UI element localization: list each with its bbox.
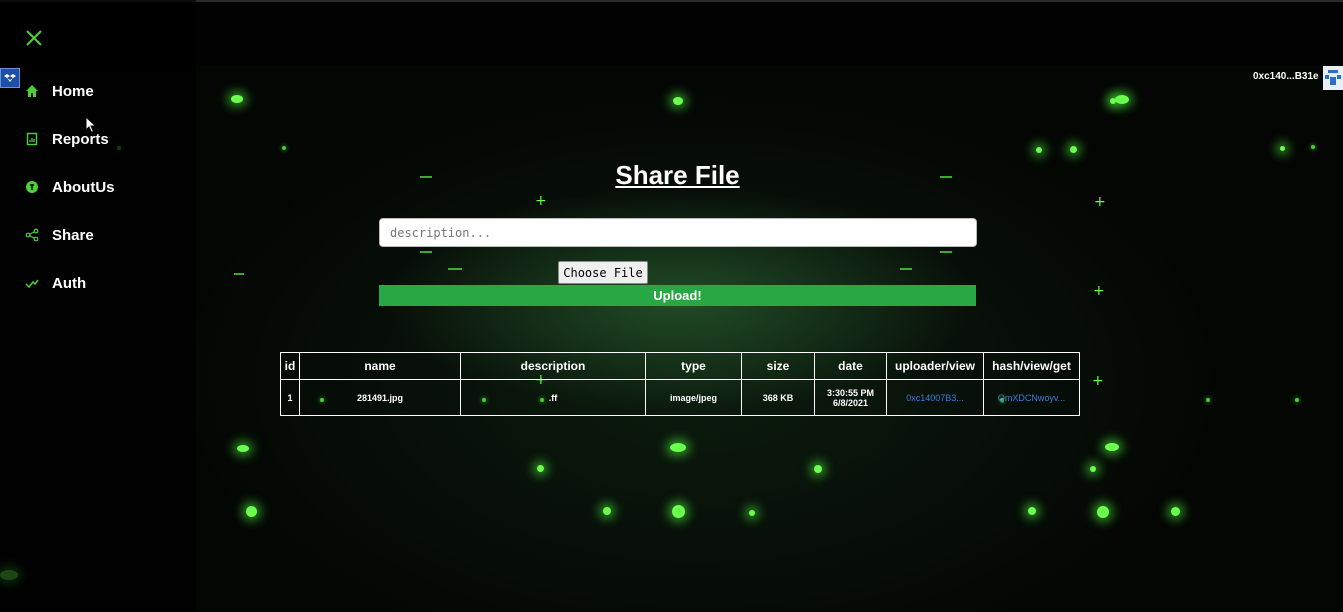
choose-file-button[interactable]: Choose File — [558, 261, 648, 284]
matrix-background — [0, 0, 1343, 612]
close-icon[interactable] — [24, 28, 44, 48]
avatar[interactable] — [1323, 66, 1343, 90]
sidebar-item-label: Reports — [52, 130, 109, 148]
sidebar: Home Reports AboutUs Share Auth — [0, 0, 196, 612]
description-input[interactable] — [379, 218, 977, 247]
sidebar-item-label: Auth — [52, 274, 87, 292]
column-header-description: description — [460, 352, 646, 380]
mouse-cursor-icon — [85, 115, 97, 139]
column-header-id: id — [280, 352, 300, 380]
account-address[interactable]: 0xc140...B31e — [1253, 71, 1319, 82]
sidebar-item-share[interactable]: Share — [24, 223, 94, 247]
cell-type: image/jpeg — [645, 379, 742, 416]
window-top-border — [0, 0, 1343, 2]
sidebar-item-label: Home — [52, 82, 94, 100]
uploader-link[interactable]: 0xc14007B3... — [886, 379, 984, 416]
report-icon — [24, 131, 40, 147]
files-table: id name description type size date uploa… — [280, 352, 1080, 416]
page-title: Share File — [615, 160, 740, 190]
cell-date-day: 6/8/2021 — [832, 397, 869, 408]
top-band — [0, 0, 1343, 66]
column-header-size: size — [741, 352, 815, 380]
home-icon — [24, 83, 40, 99]
column-header-name: name — [299, 352, 461, 380]
column-header-type: type — [645, 352, 742, 380]
upload-button[interactable]: Upload! — [379, 285, 976, 306]
cell-size: 368 KB — [741, 379, 815, 416]
hash-link[interactable]: QmXDCNwoyv... — [983, 379, 1080, 416]
sidebar-item-label: Share — [52, 226, 94, 244]
check-icon — [24, 275, 40, 291]
sidebar-item-auth[interactable]: Auth — [24, 271, 86, 295]
cell-name: 281491.jpg — [299, 379, 461, 416]
column-header-hash: hash/view/get — [983, 352, 1080, 380]
share-icon — [24, 227, 40, 243]
cell-date: 3:30:55 PM 6/8/2021 — [814, 379, 887, 416]
cell-date-time: 3:30:55 PM — [826, 387, 875, 398]
sidebar-item-home[interactable]: Home — [24, 79, 94, 103]
column-header-uploader: uploader/view — [886, 352, 984, 380]
cell-description: .ff — [460, 379, 646, 416]
table-row: 1 281491.jpg .ff image/jpeg 368 KB 3:30:… — [280, 379, 1080, 416]
table-header-row: id name description type size date uploa… — [280, 352, 1080, 380]
column-header-date: date — [814, 352, 887, 380]
dropbox-icon[interactable] — [0, 68, 20, 88]
cell-id: 1 — [280, 379, 300, 416]
